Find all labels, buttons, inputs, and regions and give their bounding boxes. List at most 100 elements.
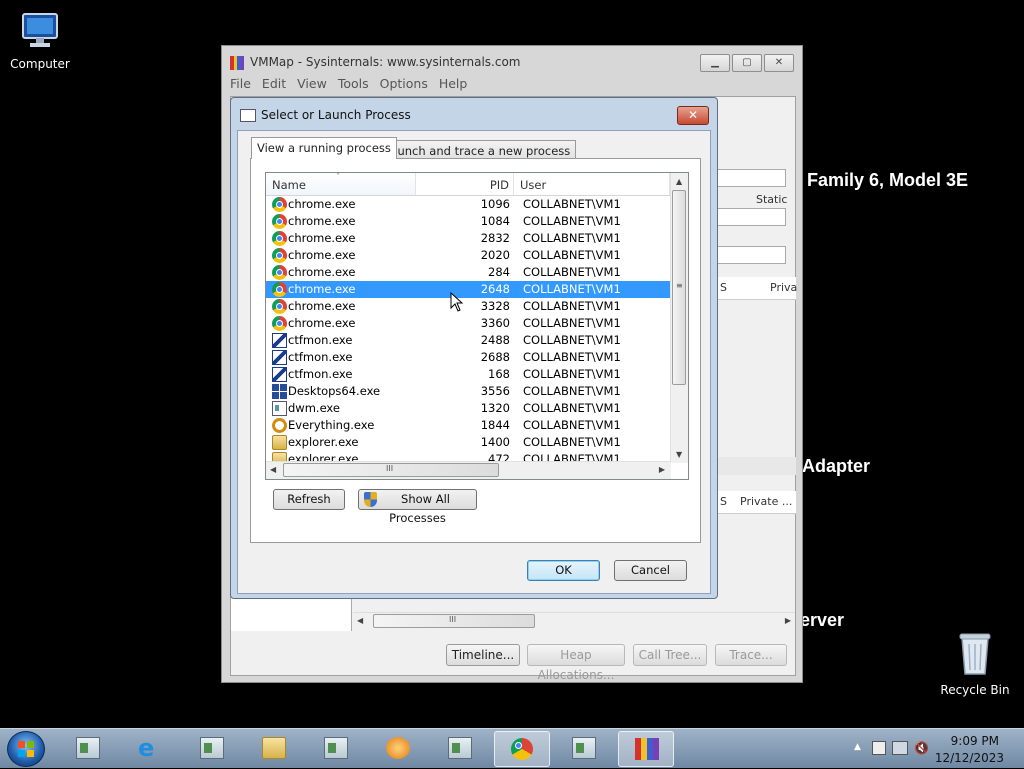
list-hscrollbar[interactable]: ◀ III ▶ <box>266 461 671 479</box>
volume-muted-icon[interactable]: 🔇 <box>914 741 929 755</box>
summary-header: S Priva <box>716 277 797 300</box>
taskbar-item[interactable] <box>184 731 240 767</box>
process-row[interactable]: chrome.exe 2832 COLLABNET\VM1 <box>266 230 670 247</box>
taskbar-item[interactable] <box>246 731 302 767</box>
app-window-icon <box>200 737 224 759</box>
process-row[interactable]: Desktops64.exe 3556 COLLABNET\VM1 <box>266 383 670 400</box>
process-row[interactable]: explorer.exe 1400 COLLABNET\VM1 <box>266 434 670 451</box>
menu-tools[interactable]: Tools <box>338 76 369 91</box>
background-text: Family 6, Model 3E <box>807 170 969 190</box>
menu-options[interactable]: Options <box>380 76 428 91</box>
process-user: COLLABNET\VM1 <box>523 367 621 381</box>
process-user: COLLABNET\VM1 <box>523 384 621 398</box>
desktop-icon-computer[interactable]: Computer <box>0 10 80 71</box>
maximize-button[interactable]: ▢ <box>732 54 762 72</box>
process-name: ctfmon.exe <box>288 367 353 381</box>
dialog-close-button[interactable]: ✕ <box>677 106 709 125</box>
app-window-icon <box>572 737 596 759</box>
details-left-pane <box>231 595 352 631</box>
background-text: erver <box>800 610 845 630</box>
process-row[interactable]: chrome.exe 284 COLLABNET\VM1 <box>266 264 670 281</box>
computer-icon <box>22 13 58 47</box>
taskbar-item[interactable] <box>370 731 426 767</box>
pen-icon <box>272 333 287 348</box>
menu-help[interactable]: Help <box>439 76 468 91</box>
column-header-pid[interactable]: PID <box>416 173 514 195</box>
scroll-thumb[interactable]: III <box>283 463 499 477</box>
process-name: chrome.exe <box>288 299 356 313</box>
chrome-icon <box>272 214 287 229</box>
menu-file[interactable]: File <box>230 76 251 91</box>
show-hidden-icons-icon[interactable]: ▲ <box>854 742 861 752</box>
refresh-button[interactable]: Refresh <box>273 489 345 510</box>
trace-button[interactable]: Trace... <box>715 644 787 666</box>
info-field <box>716 208 786 226</box>
clock-time[interactable]: 9:09 PM <box>951 734 999 748</box>
process-user: COLLABNET\VM1 <box>523 248 621 262</box>
process-pid: 2648 <box>480 282 510 296</box>
process-row[interactable]: chrome.exe 2020 COLLABNET\VM1 <box>266 247 670 264</box>
process-pid: 1084 <box>480 214 510 228</box>
process-row[interactable]: chrome.exe 3328 COLLABNET\VM1 <box>266 298 670 315</box>
process-user: COLLABNET\VM1 <box>523 350 621 364</box>
process-row[interactable]: chrome.exe 1084 COLLABNET\VM1 <box>266 213 670 230</box>
column-header-name[interactable]: Name ˄ <box>266 173 416 195</box>
taskbar-item[interactable] <box>556 731 612 767</box>
details-hscrollbar[interactable]: ◀ III ▶ <box>353 612 795 630</box>
desktop-icon-recycle-bin[interactable]: Recycle Bin <box>935 630 1015 697</box>
static-label: Static <box>756 193 788 206</box>
process-name: chrome.exe <box>288 214 356 228</box>
clock-date[interactable]: 12/12/2023 <box>935 751 1004 765</box>
process-user: COLLABNET\VM1 <box>523 265 621 279</box>
list-vscrollbar[interactable]: ▲ ≡ ▼ <box>670 173 688 463</box>
cancel-button[interactable]: Cancel <box>614 560 687 581</box>
scroll-thumb[interactable]: III <box>373 614 535 628</box>
start-button[interactable] <box>7 731 45 767</box>
process-user: COLLABNET\VM1 <box>523 282 621 296</box>
column-header-user[interactable]: User <box>514 173 670 195</box>
process-user: COLLABNET\VM1 <box>523 333 621 347</box>
minimize-button[interactable]: ▁ <box>700 54 730 72</box>
process-row[interactable]: ctfmon.exe 168 COLLABNET\VM1 <box>266 366 670 383</box>
timeline-button[interactable]: Timeline... <box>446 644 520 666</box>
process-row[interactable]: chrome.exe 3360 COLLABNET\VM1 <box>266 315 670 332</box>
list-header: Name ˄ PID User <box>266 173 670 196</box>
tab-view-running-process[interactable]: View a running process <box>251 137 397 159</box>
process-pid: 3360 <box>480 316 510 330</box>
chrome-icon <box>511 738 533 760</box>
process-row[interactable]: Everything.exe 1844 COLLABNET\VM1 <box>266 417 670 434</box>
magnifier-icon <box>272 418 287 433</box>
uac-shield-icon <box>364 492 377 507</box>
close-button[interactable]: ✕ <box>764 54 794 72</box>
menu-view[interactable]: View <box>297 76 327 91</box>
show-all-processes-button[interactable]: Show All Processes <box>358 489 477 525</box>
heap-allocations-button[interactable]: Heap Allocations... <box>527 644 625 682</box>
process-row[interactable]: chrome.exe 1096 COLLABNET\VM1 <box>266 196 670 213</box>
taskbar-item[interactable] <box>432 731 488 767</box>
process-user: COLLABNET\VM1 <box>523 418 621 432</box>
info-field <box>716 246 786 264</box>
taskbar-item[interactable] <box>618 731 674 767</box>
network-icon[interactable] <box>892 741 908 755</box>
pen-icon <box>272 367 287 382</box>
process-row[interactable]: chrome.exe 2648 COLLABNET\VM1 <box>266 281 670 298</box>
process-user: COLLABNET\VM1 <box>523 299 621 313</box>
taskbar-item[interactable] <box>60 731 116 767</box>
windows-logo-icon <box>18 741 34 757</box>
taskbar-item[interactable] <box>308 731 364 767</box>
process-row[interactable]: dwm.exe 1320 COLLABNET\VM1 <box>266 400 670 417</box>
scroll-thumb[interactable]: ≡ <box>672 190 686 385</box>
call-tree-button[interactable]: Call Tree... <box>633 644 707 666</box>
menu-edit[interactable]: Edit <box>262 76 286 91</box>
info-field <box>716 169 786 187</box>
ok-button[interactable]: OK <box>527 560 600 581</box>
tab-launch-new-process[interactable]: Launch and trace a new process <box>378 140 577 160</box>
process-pid: 1096 <box>480 197 510 211</box>
taskbar-item[interactable]: e <box>122 731 178 767</box>
process-row[interactable]: ctfmon.exe 2488 COLLABNET\VM1 <box>266 332 670 349</box>
process-pid: 3328 <box>480 299 510 313</box>
action-center-icon[interactable] <box>872 741 886 755</box>
process-row[interactable]: ctfmon.exe 2688 COLLABNET\VM1 <box>266 349 670 366</box>
taskbar-item[interactable] <box>494 731 550 767</box>
summary-scrollbar[interactable] <box>716 457 796 475</box>
